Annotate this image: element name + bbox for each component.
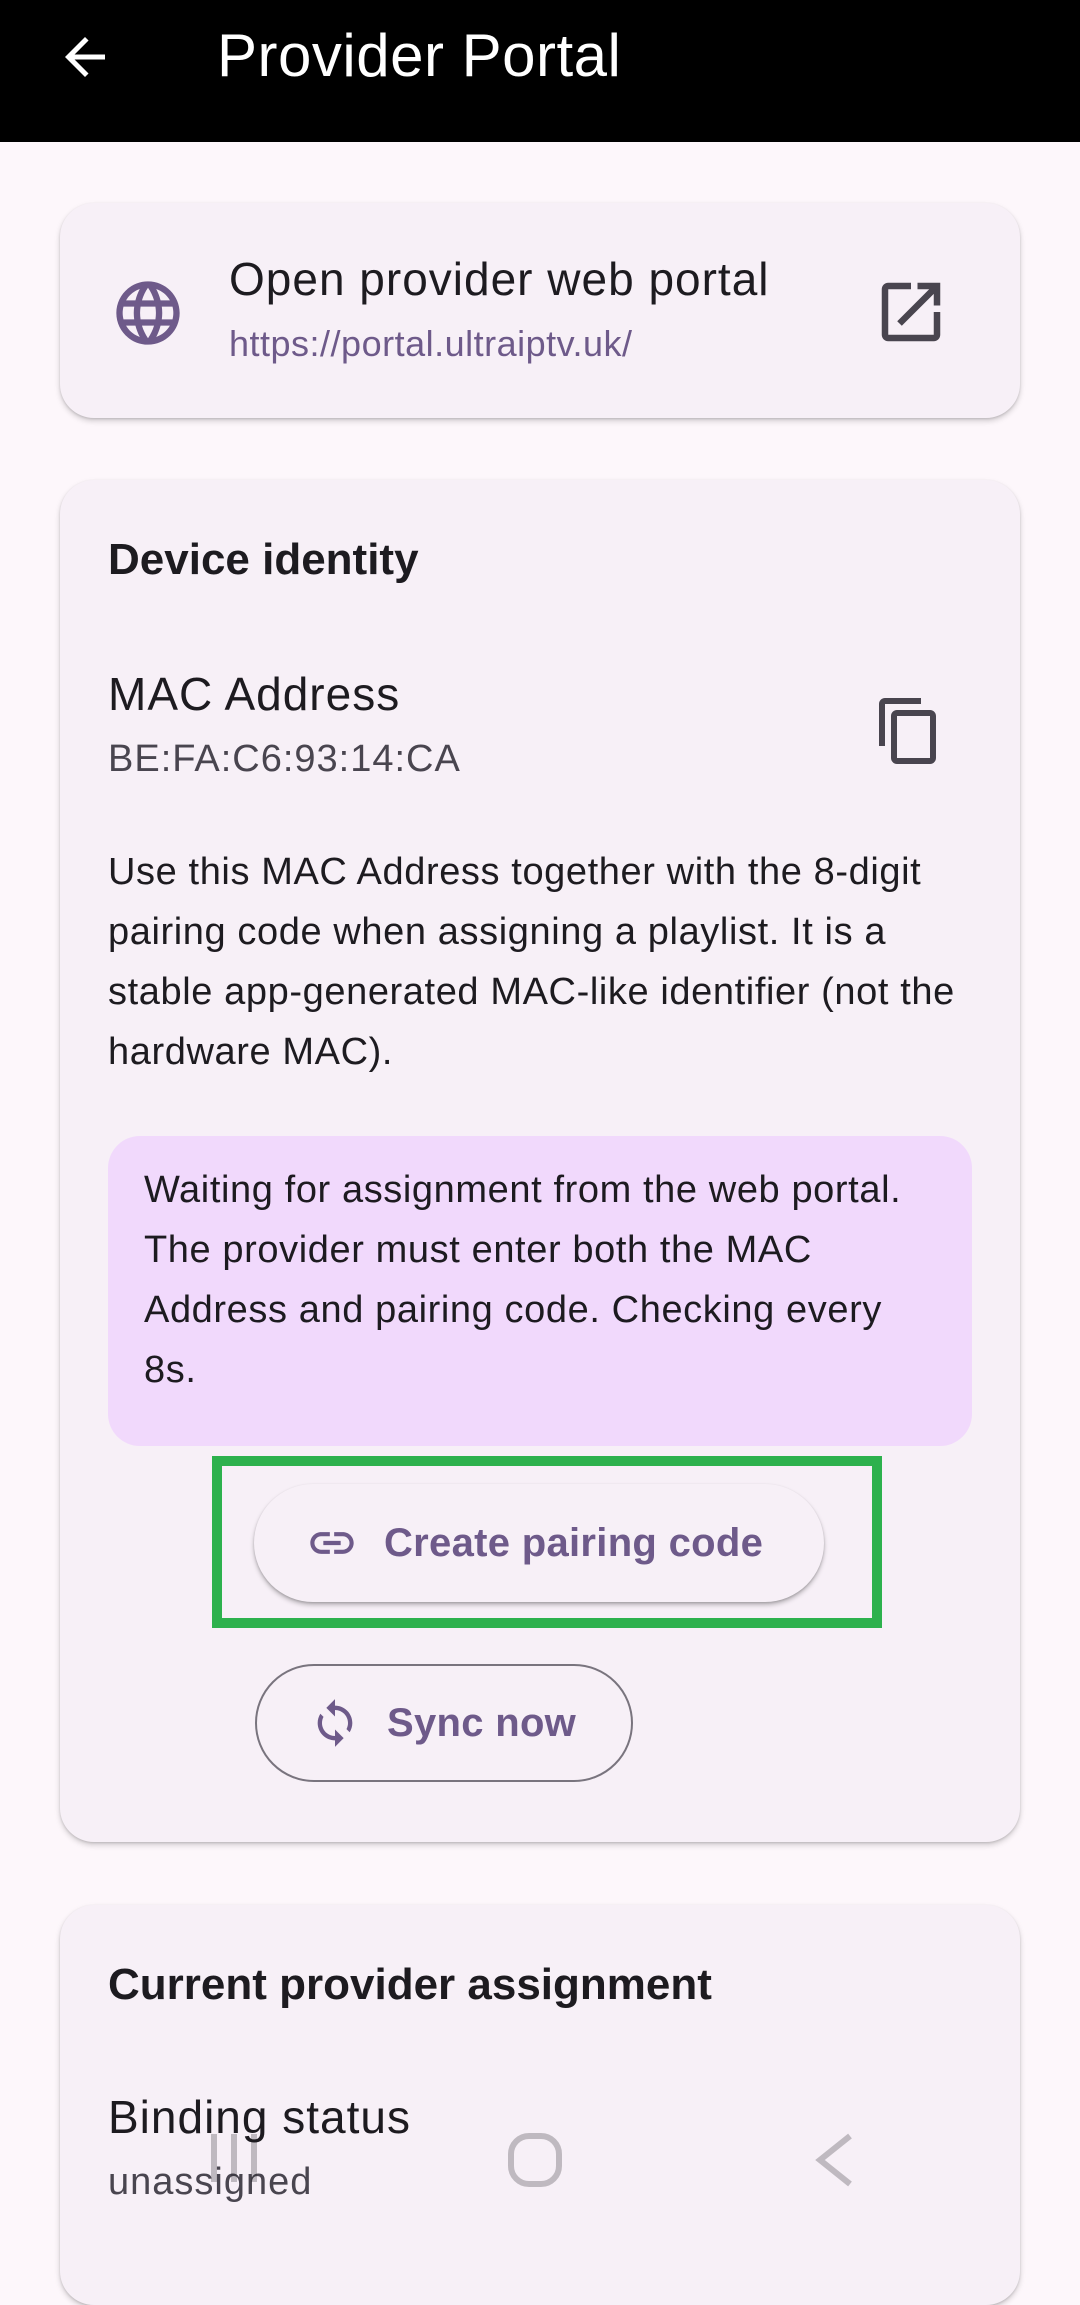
- mac-address-label: MAC Address: [108, 668, 401, 720]
- create-pairing-code-label: Create pairing code: [384, 1520, 764, 1565]
- arrow-left-icon: [65, 37, 105, 77]
- sync-now-label: Sync now: [387, 1700, 577, 1745]
- portal-url[interactable]: https://portal.ultraiptv.uk/: [229, 321, 633, 367]
- mac-address-value: BE:FA:C6:93:14:CA: [108, 738, 461, 780]
- section-title: Device identity: [108, 535, 419, 584]
- mac-description: Use this MAC Address together with the 8…: [108, 851, 955, 1073]
- status-message: Waiting for assignment from the web port…: [108, 1136, 972, 1446]
- link-icon: [310, 1532, 354, 1554]
- device-identity-card: Device identity MAC Address BE:FA:C6:93:…: [60, 480, 1020, 1842]
- section-title: Current provider assignment: [108, 1960, 712, 2009]
- portal-link-title: Open provider web portal: [229, 253, 770, 305]
- sync-now-button[interactable]: Sync now: [255, 1664, 633, 1782]
- back-button[interactable]: [50, 22, 120, 92]
- back-icon[interactable]: [810, 2130, 860, 2190]
- page-title: Provider Portal: [217, 22, 622, 89]
- system-nav-bar: [0, 2100, 1080, 2233]
- sync-icon: [317, 1699, 353, 1747]
- portal-link-card[interactable]: Open provider web portal https://portal.…: [60, 203, 1020, 418]
- recent-apps-icon[interactable]: [205, 2130, 265, 2186]
- copy-icon: [879, 698, 936, 764]
- app-bar: Provider Portal: [0, 0, 1080, 142]
- copy-mac-button[interactable]: [864, 686, 954, 776]
- open-in-new-icon[interactable]: [872, 273, 950, 351]
- globe-icon: [116, 281, 180, 345]
- create-pairing-code-button[interactable]: Create pairing code: [254, 1484, 824, 1602]
- home-icon[interactable]: [505, 2130, 565, 2190]
